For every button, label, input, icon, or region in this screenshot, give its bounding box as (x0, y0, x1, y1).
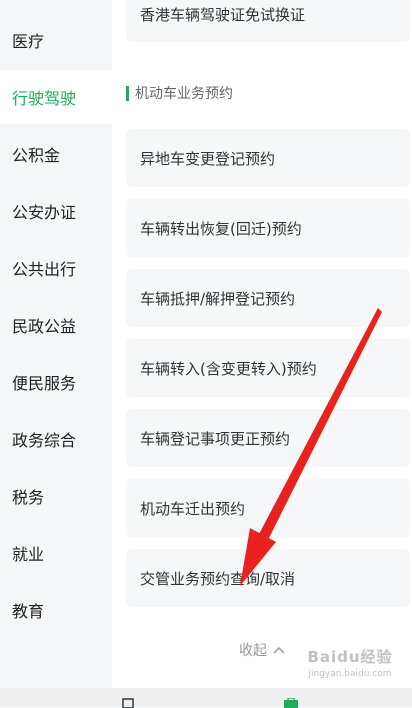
sidebar-item-employment[interactable]: 就业 (0, 526, 112, 580)
service-card-label: 香港车辆驾驶证免试换证 (140, 6, 306, 24)
briefcase-icon[interactable] (282, 698, 300, 708)
sidebar-item-label: 教育 (12, 602, 45, 621)
service-card-label: 车辆抵押/解押登记预约 (140, 289, 296, 308)
watermark-main-text: Baidu经验 (307, 648, 393, 666)
sidebar-item-police-certs[interactable]: 公安办证 (0, 184, 112, 238)
service-card-remote-change[interactable]: 异地车变更登记预约 (126, 129, 410, 187)
sidebar-item-label: 公共出行 (12, 260, 77, 279)
sidebar-item-label: 行驶驾驶 (12, 89, 77, 108)
sidebar-item-public-transport[interactable]: 公共出行 (0, 241, 112, 295)
service-card-hk-license[interactable]: 香港车辆驾驶证免试换证 (126, 0, 410, 42)
sidebar-item-government[interactable]: 政务综合 (0, 412, 112, 466)
document-icon[interactable] (120, 698, 136, 708)
service-list-panel: 香港车辆驾驶证免试换证 机动车业务预约 异地车变更登记预约 车辆转出恢复(回迁)… (112, 0, 412, 688)
sidebar-item-label: 公积金 (12, 146, 61, 165)
section-accent-bar (126, 85, 129, 101)
service-card-vehicle-move-out[interactable]: 机动车迁出预约 (126, 479, 410, 537)
service-card-label: 车辆转入(含变更转入)预约 (140, 359, 317, 378)
service-card-label: 机动车迁出预约 (140, 499, 246, 518)
sidebar-item-driving[interactable]: 行驶驾驶 (0, 70, 112, 124)
category-sidebar: 医疗 行驶驾驶 公积金 公安办证 公共出行 民政公益 便民服务 政务综合 税务 … (0, 0, 112, 688)
sidebar-item-civil-affairs[interactable]: 民政公益 (0, 298, 112, 352)
service-card-label: 车辆登记事项更正预约 (140, 429, 291, 448)
collapse-label: 收起 (239, 643, 267, 659)
sidebar-item-label: 政务综合 (12, 431, 77, 450)
sidebar-item-label: 医疗 (12, 32, 45, 51)
service-card-mortgage[interactable]: 车辆抵押/解押登记预约 (126, 269, 410, 327)
sidebar-item-label: 民政公益 (12, 317, 77, 336)
service-card-label: 异地车变更登记预约 (140, 149, 276, 168)
chevron-up-icon (273, 646, 285, 654)
service-card-registration-correction[interactable]: 车辆登记事项更正预约 (126, 409, 410, 467)
bottom-tab-bar (0, 688, 412, 708)
sidebar-item-label: 便民服务 (12, 374, 77, 393)
section-header: 机动车业务预约 (126, 82, 233, 104)
sidebar-item-label: 就业 (12, 545, 45, 564)
watermark-sub-text: jingyan.baidu.com (308, 669, 392, 679)
service-card-label: 车辆转出恢复(回迁)预约 (140, 219, 302, 238)
service-card-transfer-in[interactable]: 车辆转入(含变更转入)预约 (126, 339, 410, 397)
sidebar-item-housing-fund[interactable]: 公积金 (0, 127, 112, 181)
service-card-transfer-out-restore[interactable]: 车辆转出恢复(回迁)预约 (126, 199, 410, 257)
section-title: 机动车业务预约 (135, 86, 233, 102)
service-card-label: 交管业务预约查询/取消 (140, 569, 296, 588)
sidebar-item-tax[interactable]: 税务 (0, 469, 112, 523)
service-card-appointment-query-cancel[interactable]: 交管业务预约查询/取消 (126, 549, 410, 607)
baidu-watermark: Baidu经验 jingyan.baidu.com (300, 646, 400, 690)
sidebar-item-education[interactable]: 教育 (0, 583, 112, 637)
sidebar-item-label: 公安办证 (12, 203, 77, 222)
sidebar-item-convenience[interactable]: 便民服务 (0, 355, 112, 409)
sidebar-item-medical[interactable]: 医疗 (0, 13, 112, 67)
sidebar-item-label: 税务 (12, 488, 45, 507)
